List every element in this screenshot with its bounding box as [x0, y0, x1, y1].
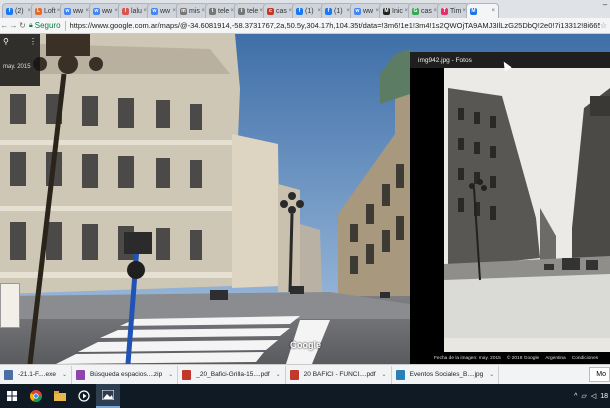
tab-favicon-icon: w: [93, 7, 100, 15]
file-type-icon: [75, 369, 85, 380]
tab-favicon-icon: w: [354, 7, 361, 15]
tab-label: Loft: [44, 7, 56, 15]
minimize-button[interactable]: –: [600, 0, 610, 14]
capture-date: may. 2015: [3, 64, 31, 70]
bookmark-star-icon[interactable]: ☆: [600, 21, 610, 30]
tab-label: Tim: [450, 7, 462, 15]
tab-label: Inic: [392, 7, 403, 15]
more-options-icon[interactable]: ⋮: [29, 37, 37, 46]
tab-label: ww: [160, 7, 171, 15]
file-type-icon: [4, 369, 13, 380]
tab-favicon-icon: M: [470, 7, 477, 15]
tab-label: ww: [363, 7, 374, 15]
tab-label: ww: [102, 7, 113, 15]
tab-favicon-icon: w: [151, 7, 158, 15]
volume-icon[interactable]: ◁: [591, 392, 596, 400]
tab-favicon-icon: G: [412, 7, 419, 15]
download-filename: -21.1-F....exe: [18, 371, 56, 378]
download-filename: Búsqueda espacios....zip: [89, 371, 163, 378]
tab-favicon-icon: l: [122, 7, 129, 15]
windows-taskbar: ^ ▱ ◁ 18: [0, 384, 610, 408]
tab-favicon-icon: M: [383, 7, 390, 15]
tab-label: (2): [15, 7, 24, 15]
lock-icon: 🔒︎: [29, 21, 33, 29]
tab-label: tele: [247, 7, 259, 15]
tab-favicon-icon: f: [325, 7, 332, 15]
tab-label: (1): [334, 7, 343, 15]
divider: [64, 20, 66, 31]
download-filename: 20 BAFICI - FUNCI....pdf: [303, 371, 376, 378]
tab-favicon-icon: w: [64, 7, 71, 15]
system-tray: ^ ▱ ◁ 18: [574, 384, 610, 408]
download-item[interactable]: Eventos Sociales_B....jpg ⌄: [392, 365, 500, 384]
historic-photo: [444, 68, 610, 352]
tab-label: cas: [276, 7, 287, 15]
location-pin-icon[interactable]: ⚲: [3, 37, 9, 46]
street-view-info-panel[interactable]: ⚲ ⋮ may. 2015: [0, 34, 40, 86]
tab-favicon-icon: m: [180, 7, 187, 15]
download-item[interactable]: Búsqueda espacios....zip ⌄: [72, 365, 179, 384]
tab-favicon-icon: c: [267, 7, 274, 15]
clock[interactable]: 18: [600, 393, 608, 400]
download-filename: _20_Bafici-Grilla-15....pdf: [196, 371, 270, 378]
copyright-label: © 2018 Google: [506, 355, 540, 361]
download-item[interactable]: 20 BAFICI - FUNCI....pdf ⌄: [286, 365, 392, 384]
tab-label: tele: [218, 7, 230, 15]
chevron-down-icon[interactable]: ⌄: [276, 371, 281, 378]
minimap[interactable]: [0, 283, 20, 328]
photos-window: img942.jpg - Fotos Fecha de la imagen: m…: [410, 52, 610, 364]
tab-label: ww: [73, 7, 84, 15]
google-logo: Google: [290, 340, 321, 350]
chevron-down-icon[interactable]: ⌄: [62, 371, 67, 378]
back-icon[interactable]: ←: [0, 21, 9, 30]
download-item[interactable]: -21.1-F....exe ⌄: [0, 365, 72, 384]
tab-favicon-icon: T: [441, 7, 448, 15]
tab-favicon-icon: L: [35, 7, 42, 15]
tab-favicon-icon: t: [238, 7, 245, 15]
browser-tab-strip: f (2) × L Loft × w ww × w ww × l lalu × w ww × m mis × t tele ×…: [0, 0, 610, 18]
forward-icon[interactable]: →: [9, 21, 18, 30]
tab-label: cas: [421, 7, 432, 15]
windows-start-icon[interactable]: [0, 384, 24, 408]
address-bar: ← → ↻ 🔒︎ Seguro https://www.google.com.a…: [0, 18, 610, 34]
chevron-down-icon[interactable]: ⌄: [382, 371, 387, 378]
photos-footer: Fecha de la imagen: may. 2015 © 2018 Goo…: [410, 352, 610, 364]
reload-icon[interactable]: ↻: [18, 21, 27, 30]
download-shelf: -21.1-F....exe ⌄ Búsqueda espacios....zip ⌄…: [0, 364, 610, 384]
historic-photo-image: [444, 68, 610, 352]
window-controls: –: [600, 0, 610, 14]
file-explorer-icon[interactable]: [48, 384, 72, 408]
network-icon[interactable]: ▱: [581, 392, 586, 400]
file-type-icon: [289, 369, 299, 380]
download-item[interactable]: _20_Bafici-Grilla-15....pdf ⌄: [178, 365, 286, 384]
tab-label: (1): [305, 7, 314, 15]
media-player-icon[interactable]: [72, 384, 96, 408]
country-label: Argentina: [545, 355, 566, 361]
terms-link[interactable]: Condiciones: [572, 356, 598, 361]
tab-label: lalu: [131, 7, 142, 15]
tab-favicon-icon: f: [296, 7, 303, 15]
panel-icons: ⚲ ⋮: [3, 37, 37, 46]
file-type-icon: [182, 369, 192, 380]
tab-favicon-icon: t: [209, 7, 216, 15]
browser-tab[interactable]: M ×: [466, 3, 499, 18]
download-filename: Eventos Sociales_B....jpg: [409, 371, 484, 378]
chevron-down-icon[interactable]: ⌄: [168, 371, 173, 378]
tab-close-icon[interactable]: ×: [490, 8, 495, 14]
secure-label: Seguro: [34, 21, 61, 30]
image-date-label: Fecha de la imagen: may. 2015: [434, 355, 501, 361]
tab-label: mis: [189, 7, 200, 15]
show-all-downloads-button[interactable]: Mo: [589, 367, 610, 382]
chrome-icon[interactable]: [24, 384, 48, 408]
tab-favicon-icon: f: [6, 7, 13, 15]
chevron-down-icon[interactable]: ⌄: [489, 371, 494, 378]
url-field[interactable]: https://www.google.com.ar/maps/@-34.6081…: [70, 21, 600, 30]
chevron-up-icon[interactable]: ^: [574, 393, 577, 400]
file-type-icon: [395, 369, 405, 380]
screen: f (2) × L Loft × w ww × w ww × l lalu × w ww × m mis × t tele ×…: [0, 0, 610, 408]
photos-app-icon[interactable]: [96, 384, 120, 408]
